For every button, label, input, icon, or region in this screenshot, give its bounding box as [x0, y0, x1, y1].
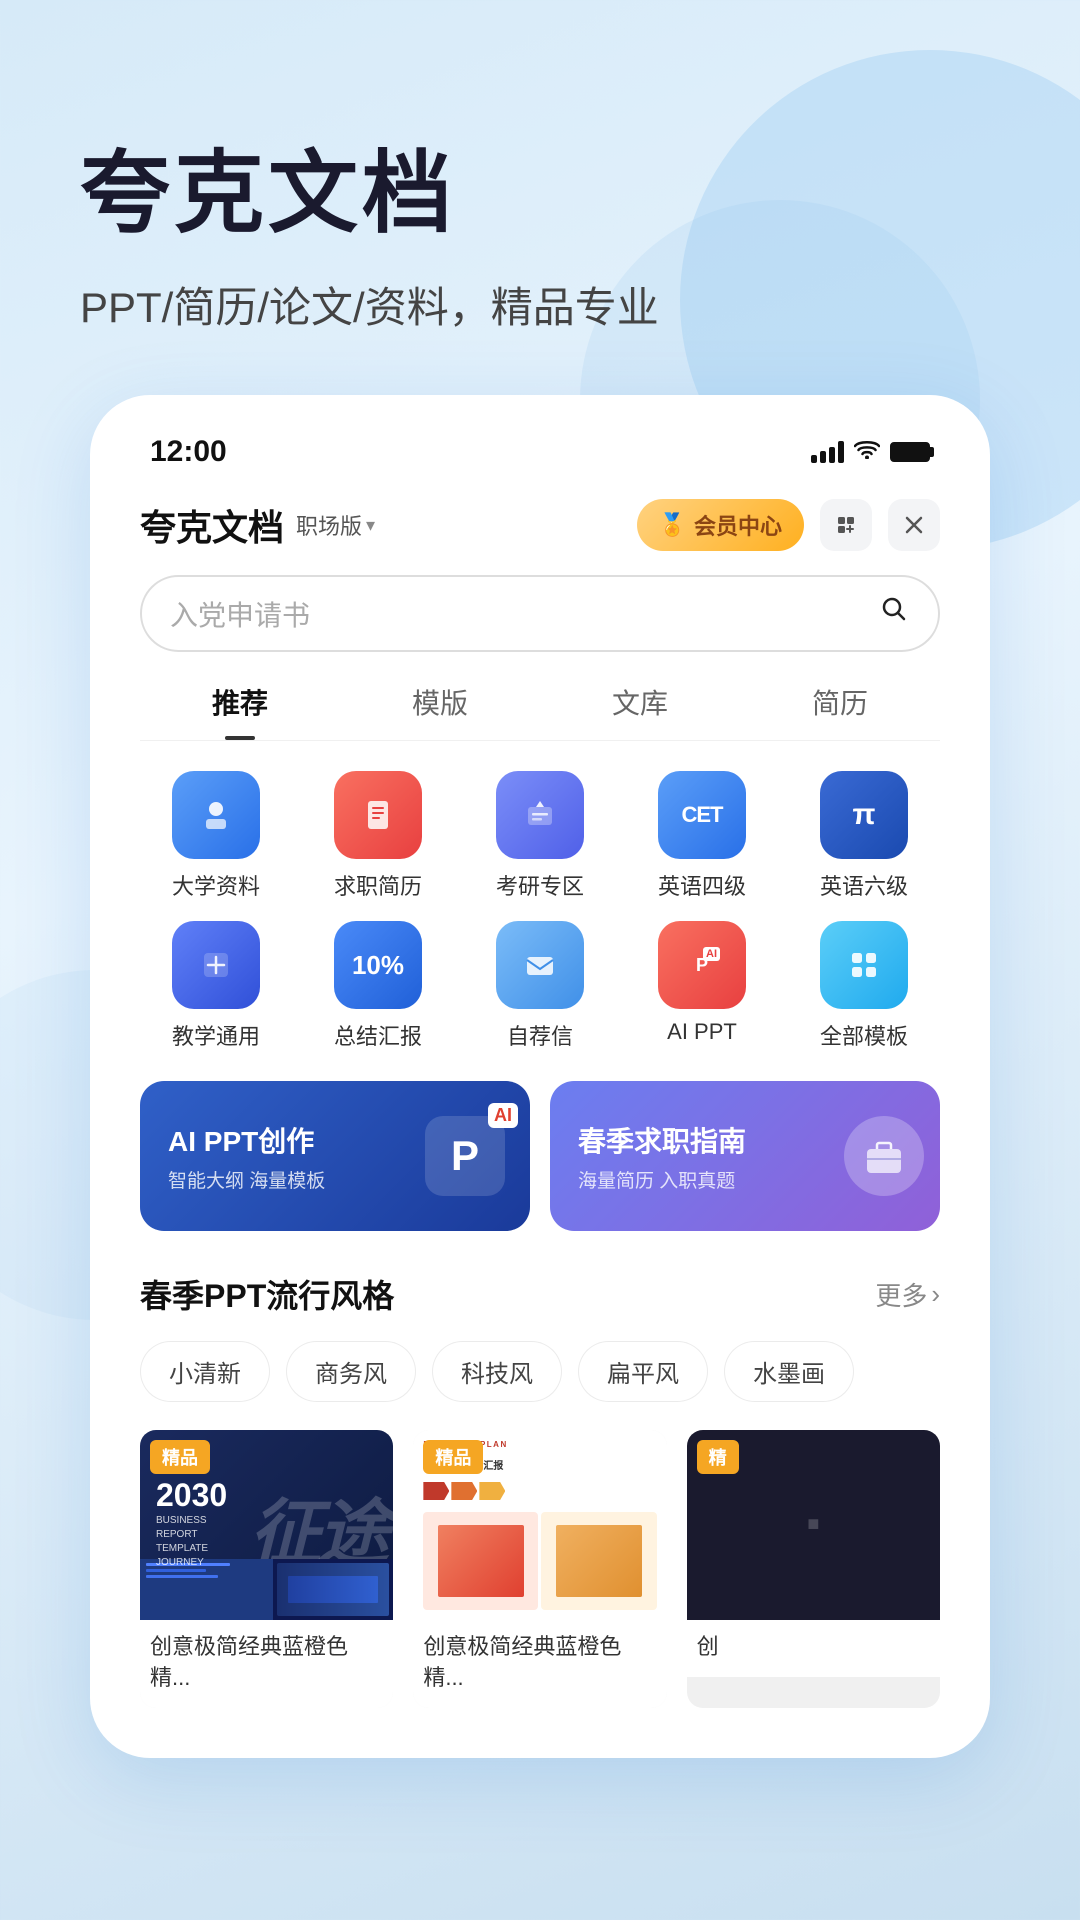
icon-kaoyan[interactable]: 考研专区 [464, 771, 616, 901]
vip-button[interactable]: 🏅 会员中心 [637, 499, 804, 551]
tag-xiaoqingxin[interactable]: 小清新 [140, 1341, 270, 1402]
template-card-2[interactable]: BUSINESS PLAN 时尚工作总结汇报 [413, 1430, 666, 1708]
banner-job-title: 春季求职指南 [578, 1120, 746, 1160]
icon-all[interactable]: 全部模板 [788, 921, 940, 1051]
add-button[interactable] [820, 499, 872, 551]
icon-cet6[interactable]: π 英语六级 [788, 771, 940, 901]
icon-zongjie[interactable]: 10% 总结汇报 [302, 921, 454, 1051]
template-card-3[interactable]: ■ 精 创 [687, 1430, 940, 1708]
section-header-trending: 春季PPT流行风格 更多 › [140, 1271, 940, 1317]
status-bar: 12:00 [140, 435, 940, 469]
template-grid: 2030 BUSINESSREPORTTEMPLATEJOURNEY 征途 [140, 1430, 940, 1708]
search-placeholder: 入党申请书 [170, 594, 862, 634]
close-button[interactable] [888, 499, 940, 551]
tab-library[interactable]: 文库 [540, 682, 740, 740]
tag-bianping[interactable]: 扁平风 [578, 1341, 708, 1402]
app-header: 夸克文档 职场版 ▾ 🏅 会员中心 [140, 499, 940, 551]
edition-tag[interactable]: 职场版 ▾ [296, 509, 375, 541]
template-name-1: 创意极简经典蓝橙色精... [140, 1620, 393, 1708]
header-actions: 🏅 会员中心 [637, 499, 940, 551]
more-link[interactable]: 更多 › [875, 1276, 940, 1313]
crown-icon: 🏅 [659, 512, 686, 538]
banner-job-subtitle: 海量简历 入职真题 [578, 1166, 746, 1193]
hero-title: 夸克文档 [80, 120, 1000, 250]
premium-badge-1: 精品 [150, 1440, 210, 1474]
icon-jianzhi[interactable]: 求职简历 [302, 771, 454, 901]
tab-recommend[interactable]: 推荐 [140, 682, 340, 740]
banner-row: AI PPT创作 智能大纲 海量模板 P AI 春季求职指南 海量简历 入职真题 [140, 1081, 940, 1231]
wifi-icon [854, 439, 880, 465]
icon-grid: 大学资料 求职简历 考研专区 CET 英语四级 [140, 771, 940, 1051]
search-icon [878, 593, 910, 634]
add-icon [834, 513, 858, 537]
icon-cet4[interactable]: CET 英语四级 [626, 771, 778, 901]
banner-ai-ppt[interactable]: AI PPT创作 智能大纲 海量模板 P AI [140, 1081, 530, 1231]
status-icons [811, 439, 930, 465]
signal-icon [811, 441, 844, 463]
chevron-right-icon: › [931, 1279, 940, 1310]
icon-aippt[interactable]: AIP AI PPT [626, 921, 778, 1051]
edition-arrow-icon: ▾ [366, 515, 375, 536]
tab-bar: 推荐 模版 文库 简历 [140, 682, 940, 741]
close-icon [903, 514, 925, 536]
vip-label: 会员中心 [694, 509, 782, 541]
banner-job-guide[interactable]: 春季求职指南 海量简历 入职真题 [550, 1081, 940, 1231]
tag-shuimo[interactable]: 水墨画 [724, 1341, 854, 1402]
app-name: 夸克文档 [140, 499, 284, 551]
premium-badge-3: 精 [697, 1440, 739, 1474]
tag-shangwu[interactable]: 商务风 [286, 1341, 416, 1402]
phone-mockup: 12:00 [90, 395, 990, 1758]
tab-resume[interactable]: 简历 [740, 682, 940, 740]
tab-template[interactable]: 模版 [340, 682, 540, 740]
trending-title: 春季PPT流行风格 [140, 1271, 394, 1317]
hero-subtitle: PPT/简历/论文/资料，精品专业 [80, 274, 1000, 335]
app-brand: 夸克文档 职场版 ▾ [140, 499, 375, 551]
icon-daxue[interactable]: 大学资料 [140, 771, 292, 901]
tag-keji[interactable]: 科技风 [432, 1341, 562, 1402]
template-card-1[interactable]: 2030 BUSINESSREPORTTEMPLATEJOURNEY 征途 [140, 1430, 393, 1708]
search-bar[interactable]: 入党申请书 [140, 575, 940, 652]
battery-icon [890, 442, 930, 462]
phone-wrapper: 12:00 [0, 395, 1080, 1758]
template-name-3: 创 [687, 1620, 940, 1677]
hero-section: 夸克文档 PPT/简历/论文/资料，精品专业 [0, 0, 1080, 395]
premium-badge-2: 精品 [423, 1440, 483, 1474]
icon-zitui[interactable]: 自荐信 [464, 921, 616, 1051]
style-tags: 小清新 商务风 科技风 扁平风 水墨画 [140, 1341, 940, 1402]
briefcase-icon [859, 1131, 909, 1181]
status-time: 12:00 [150, 435, 227, 469]
template-name-2: 创意极简经典蓝橙色精... [413, 1620, 666, 1708]
icon-jiaoxue[interactable]: 教学通用 [140, 921, 292, 1051]
banner-ai-subtitle: 智能大纲 海量模板 [168, 1166, 325, 1193]
banner-ai-title: AI PPT创作 [168, 1120, 325, 1160]
